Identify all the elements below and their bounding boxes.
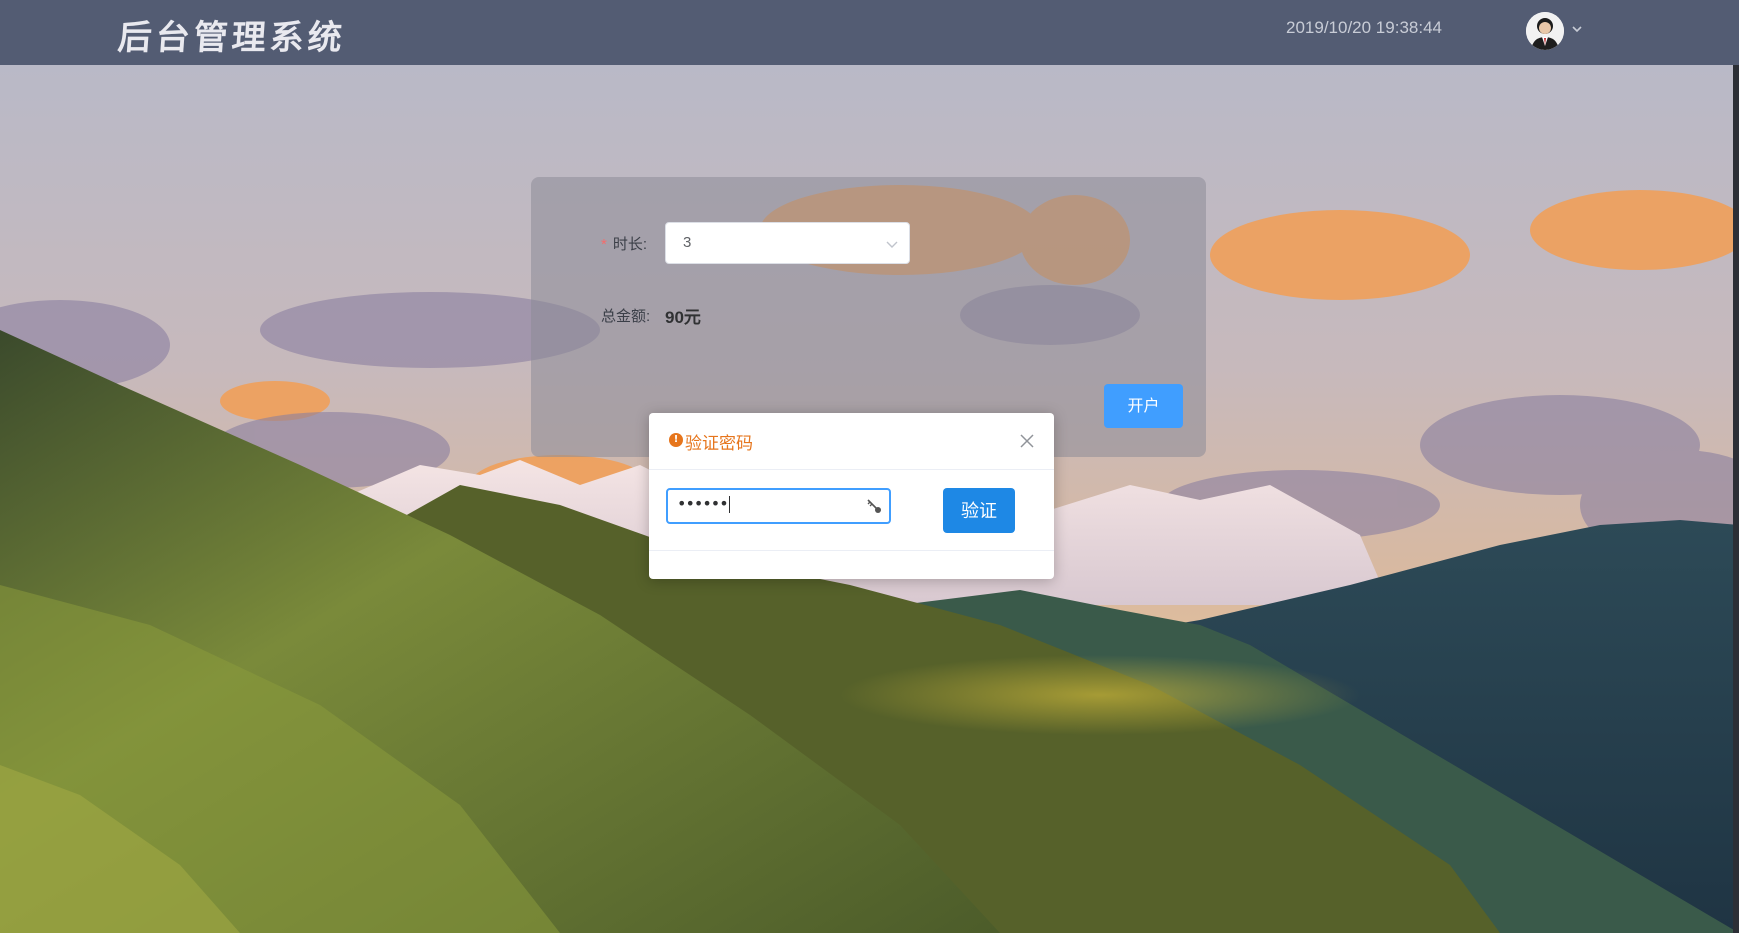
- system-title: 后台管理系统: [116, 18, 348, 58]
- top-header: 后台管理系统 2019/10/20 19:38:44: [0, 0, 1739, 65]
- key-icon[interactable]: [865, 497, 883, 515]
- total-amount-label: 总金额:: [601, 308, 651, 325]
- dialog-title: 验证密码: [685, 434, 753, 454]
- password-value: ••••••: [677, 494, 730, 513]
- user-avatar[interactable]: [1526, 12, 1564, 50]
- duration-label-text: 时长:: [612, 236, 648, 253]
- vertical-scrollbar[interactable]: [1733, 65, 1739, 933]
- duration-select-value: 3: [683, 234, 692, 251]
- close-icon[interactable]: [1017, 431, 1037, 451]
- open-account-button[interactable]: 开户: [1104, 384, 1183, 428]
- chevron-down-icon: [886, 241, 898, 248]
- duration-label: * 时长:: [601, 233, 647, 254]
- chevron-down-icon[interactable]: [1570, 22, 1584, 36]
- dialog-divider: [649, 550, 1054, 551]
- duration-select[interactable]: 3: [665, 222, 910, 264]
- current-datetime: 2019/10/20 19:38:44: [1286, 18, 1442, 37]
- avatar-icon: [1526, 12, 1564, 50]
- verify-password-dialog: ! 验证密码 •••••• 验证: [649, 413, 1054, 579]
- password-input[interactable]: ••••••: [666, 488, 891, 524]
- verify-button[interactable]: 验证: [943, 488, 1015, 533]
- dialog-header: ! 验证密码: [649, 413, 1054, 470]
- required-mark: *: [601, 236, 607, 253]
- total-amount-value: 90元: [665, 308, 701, 327]
- info-circle-icon: !: [669, 433, 683, 447]
